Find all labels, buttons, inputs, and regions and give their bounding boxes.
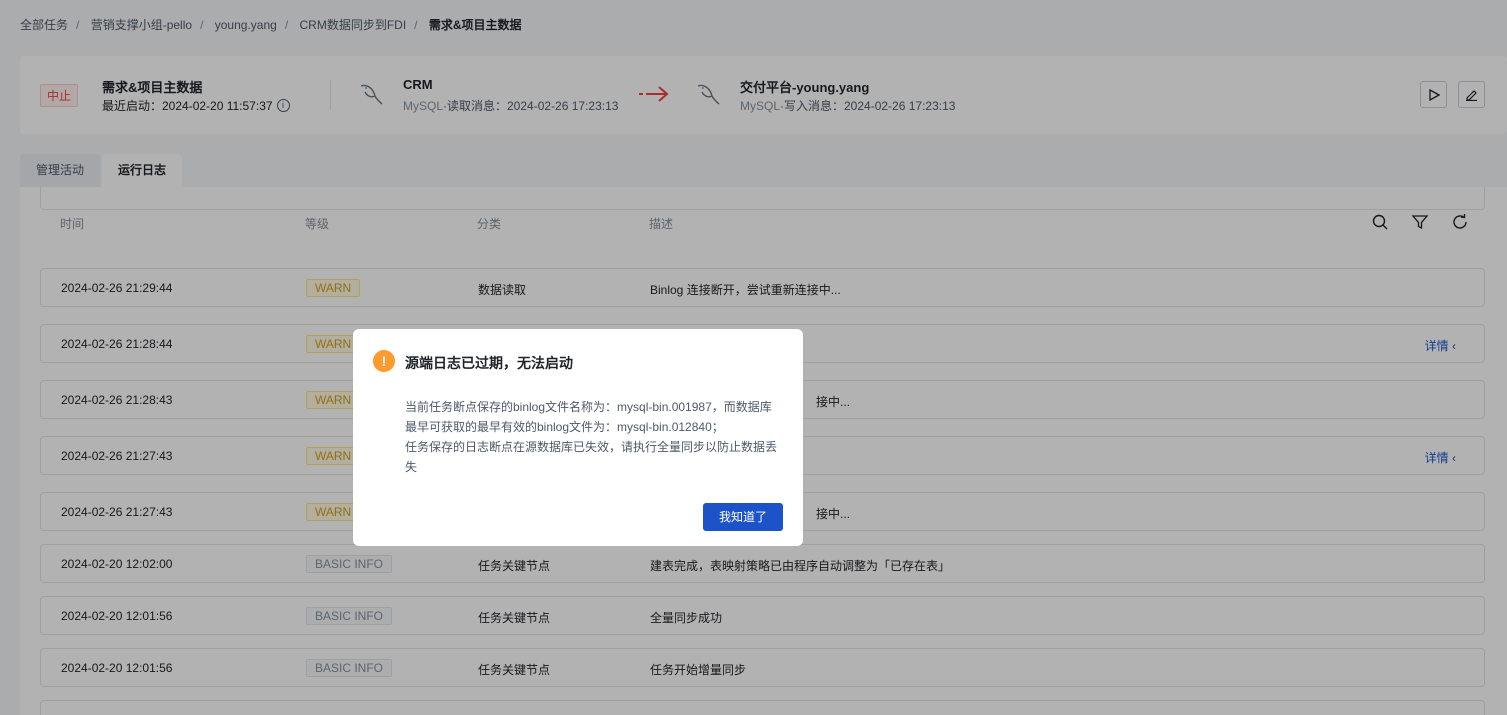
- warning-icon: !: [373, 350, 395, 372]
- dialog-title: 源端日志已过期，无法启动: [405, 355, 573, 371]
- acknowledge-button[interactable]: 我知道了: [703, 503, 783, 531]
- dialog-message-line: 任务保存的日志断点在源数据库已失效，请执行全量同步以防止数据丢失: [405, 440, 778, 474]
- dialog-body: 当前任务断点保存的binlog文件名称为：mysql-bin.001987，而数…: [405, 397, 783, 477]
- dialog-message-line: 当前任务断点保存的binlog文件名称为：mysql-bin.001987，而数…: [405, 400, 772, 434]
- error-dialog: ! 源端日志已过期，无法启动 当前任务断点保存的binlog文件名称为：mysq…: [353, 329, 803, 546]
